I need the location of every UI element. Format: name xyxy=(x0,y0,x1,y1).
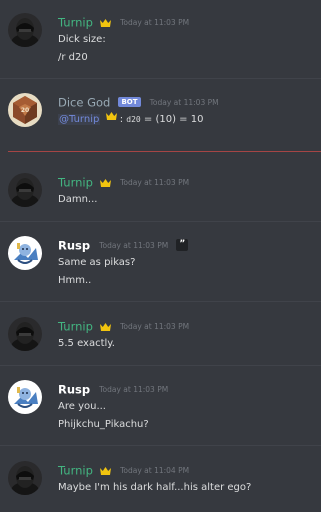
timestamp: Today at 11:03 PM xyxy=(99,240,169,250)
timestamp: Today at 11:04 PM xyxy=(120,465,190,475)
timestamp: Today at 11:03 PM xyxy=(120,321,190,331)
chat-messages: Turnip Today at 11:03 PM Dick size: /r d… xyxy=(0,0,321,512)
message-content: Turnip Today at 11:04 PM Maybe I'm his d… xyxy=(58,461,315,497)
quote-icon[interactable]: ” xyxy=(176,238,189,251)
message-header: Turnip Today at 11:03 PM xyxy=(58,317,315,335)
message-line: @Turnip : d20 = (10) = 10 xyxy=(58,111,315,129)
new-messages-divider xyxy=(8,151,321,152)
message-line: Maybe I'm his dark half...his alter ego? xyxy=(58,482,252,493)
user-mention[interactable]: @Turnip xyxy=(58,114,101,125)
message-divider xyxy=(0,221,321,222)
mention-colon: : xyxy=(119,114,124,125)
timestamp: Today at 11:03 PM xyxy=(149,97,219,107)
username[interactable]: Turnip xyxy=(58,464,93,478)
avatar-turnip[interactable] xyxy=(8,317,42,351)
message-header: Turnip Today at 11:03 PM xyxy=(58,13,315,31)
message-line: Phijkchu_Pikachu? xyxy=(58,419,149,430)
avatar-rusp[interactable] xyxy=(8,380,42,414)
message-header: Rusp Today at 11:03 PM ” xyxy=(58,236,315,254)
crown-icon xyxy=(99,461,111,479)
message-line: /r d20 xyxy=(58,52,88,63)
avatar-turnip[interactable] xyxy=(8,461,42,495)
roll-result: = (10) = 10 xyxy=(143,114,204,125)
username[interactable]: Turnip xyxy=(58,16,93,30)
message-content: Rusp Today at 11:03 PM Are you... Phijkc… xyxy=(58,380,315,434)
message-header: Dice God BOT Today at 11:03 PM xyxy=(58,93,315,111)
message-line: Hmm.. xyxy=(58,275,92,286)
message-line: Damn... xyxy=(58,194,98,205)
username[interactable]: Dice God xyxy=(58,96,110,110)
username[interactable]: Turnip xyxy=(58,320,93,334)
message-content: Dice God BOT Today at 11:03 PM @Turnip :… xyxy=(58,93,315,129)
message-content: Rusp Today at 11:03 PM ” Same as pikas? … xyxy=(58,236,315,290)
message-line: 5.5 exactly. xyxy=(58,338,115,349)
username[interactable]: Turnip xyxy=(58,176,93,190)
message-content: Turnip Today at 11:03 PM Dick size: /r d… xyxy=(58,13,315,67)
username[interactable]: Rusp xyxy=(58,383,90,397)
svg-text:20: 20 xyxy=(21,107,29,114)
message-header: Turnip Today at 11:03 PM xyxy=(58,173,315,191)
avatar-rusp[interactable] xyxy=(8,236,42,270)
message-content: Turnip Today at 11:03 PM 5.5 exactly. xyxy=(58,317,315,353)
crown-icon xyxy=(105,109,117,127)
message-line: Same as pikas? xyxy=(58,257,136,268)
message-divider xyxy=(0,445,321,446)
message-divider xyxy=(0,301,321,302)
message-divider xyxy=(0,365,321,366)
avatar-dice-god[interactable]: 20 xyxy=(8,93,42,127)
message-content: Turnip Today at 11:03 PM Damn... xyxy=(58,173,315,209)
username[interactable]: Rusp xyxy=(58,239,90,253)
crown-icon xyxy=(99,13,111,31)
dice-code: d20 xyxy=(126,115,141,124)
crown-icon xyxy=(99,173,111,191)
avatar-turnip[interactable] xyxy=(8,13,42,47)
timestamp: Today at 11:03 PM xyxy=(120,17,190,27)
bot-badge: BOT xyxy=(118,97,141,107)
message-header: Rusp Today at 11:03 PM xyxy=(58,380,315,398)
timestamp: Today at 11:03 PM xyxy=(99,384,169,394)
message-header: Turnip Today at 11:04 PM xyxy=(58,461,315,479)
avatar-turnip[interactable] xyxy=(8,173,42,207)
message-divider xyxy=(0,78,321,79)
crown-icon xyxy=(99,317,111,335)
message-line: Are you... xyxy=(58,401,106,412)
timestamp: Today at 11:03 PM xyxy=(120,177,190,187)
message-line: Dick size: xyxy=(58,34,106,45)
